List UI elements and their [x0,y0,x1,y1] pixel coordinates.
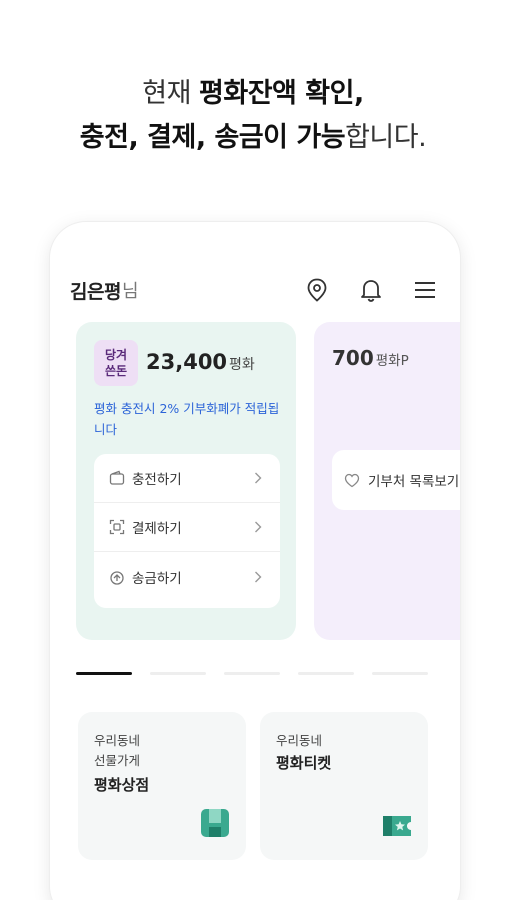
points-balance: 700 평화P [332,346,409,370]
shop-icon [198,806,232,844]
carousel-pager [76,672,428,675]
phone-frame: 김은평 님 당겨 쓴돈 23,400 평화 평화 충전시 2% 기부화폐가 적립됩… [50,222,460,900]
headline-text-bold-1: 평화잔액 확인, [199,78,364,109]
user-honorific: 님 [121,281,139,302]
pager-dot[interactable] [298,672,354,675]
send-icon [108,568,126,586]
pay-button[interactable]: 결제하기 [94,503,280,552]
chevron-right-icon [254,571,266,583]
donation-notice: 평화 충전시 2% 기부화폐가 적립됩니다 [94,401,280,437]
pager-dot[interactable] [150,672,206,675]
send-button[interactable]: 송금하기 [94,552,280,601]
peace-shop-tile[interactable]: 우리동네 선물가게 평화상점 [78,712,246,860]
headline-line-1: 현재 평화잔액 확인, [0,72,506,116]
donation-list-button[interactable]: 기부처 목록보기 [332,450,460,510]
user-name: 김은평 [70,280,121,303]
headline-text-plain-2: 합니다. [345,122,427,153]
wallet-icon [108,469,126,487]
balance: 23,400 평화 [146,350,255,374]
wallet-card[interactable]: 당겨 쓴돈 23,400 평화 평화 충전시 2% 기부화폐가 적립됩니다 충전… [76,322,296,640]
ticket-tile-line1: 우리동네 [276,733,323,748]
pager-dot[interactable] [224,672,280,675]
balance-unit: 평화 [229,357,255,373]
charge-button[interactable]: 충전하기 [94,454,280,503]
shop-tile-line1: 우리동네 [94,733,141,748]
charge-label: 충전하기 [132,472,182,488]
points-card[interactable]: 700 평화P 기부처 목록보기 [314,322,460,640]
bell-icon[interactable] [356,275,386,305]
shop-tile-line2: 선물가게 [94,753,141,768]
points-unit: 평화P [375,353,409,369]
points-amount: 700 [332,346,374,370]
peace-ticket-tile[interactable]: 우리동네 평화티켓 [260,712,428,860]
advance-badge: 당겨 쓴돈 [94,340,138,386]
pay-label: 결제하기 [132,521,182,537]
shop-tile-title: 평화상점 [94,776,150,794]
top-bar: 김은평 님 [70,270,440,310]
balance-amount: 23,400 [146,350,228,374]
top-icons [302,275,440,305]
headline-line-2: 충전, 결제, 송금이 가능합니다. [0,116,506,160]
pager-dot-active[interactable] [76,672,132,675]
headline: 현재 평화잔액 확인, 충전, 결제, 송금이 가능합니다. [0,72,506,160]
menu-icon[interactable] [410,275,440,305]
pager-dot[interactable] [372,672,428,675]
ticket-tile-title: 평화티켓 [276,754,332,772]
wallet-menu: 충전하기 결제하기 송금하기 [94,454,280,608]
ticket-icon [380,812,414,844]
send-label: 송금하기 [132,570,182,587]
heart-icon [344,471,362,489]
chevron-right-icon [254,521,266,533]
headline-text-bold-2: 충전, 결제, 송금이 가능 [79,122,346,153]
location-icon[interactable] [302,275,332,305]
donation-list-label: 기부처 목록보기 [368,474,460,490]
advance-badge-text: 당겨 쓴돈 [104,348,128,378]
headline-text-plain-1: 현재 [142,78,200,109]
qr-icon [108,518,126,536]
chevron-right-icon [254,472,266,484]
